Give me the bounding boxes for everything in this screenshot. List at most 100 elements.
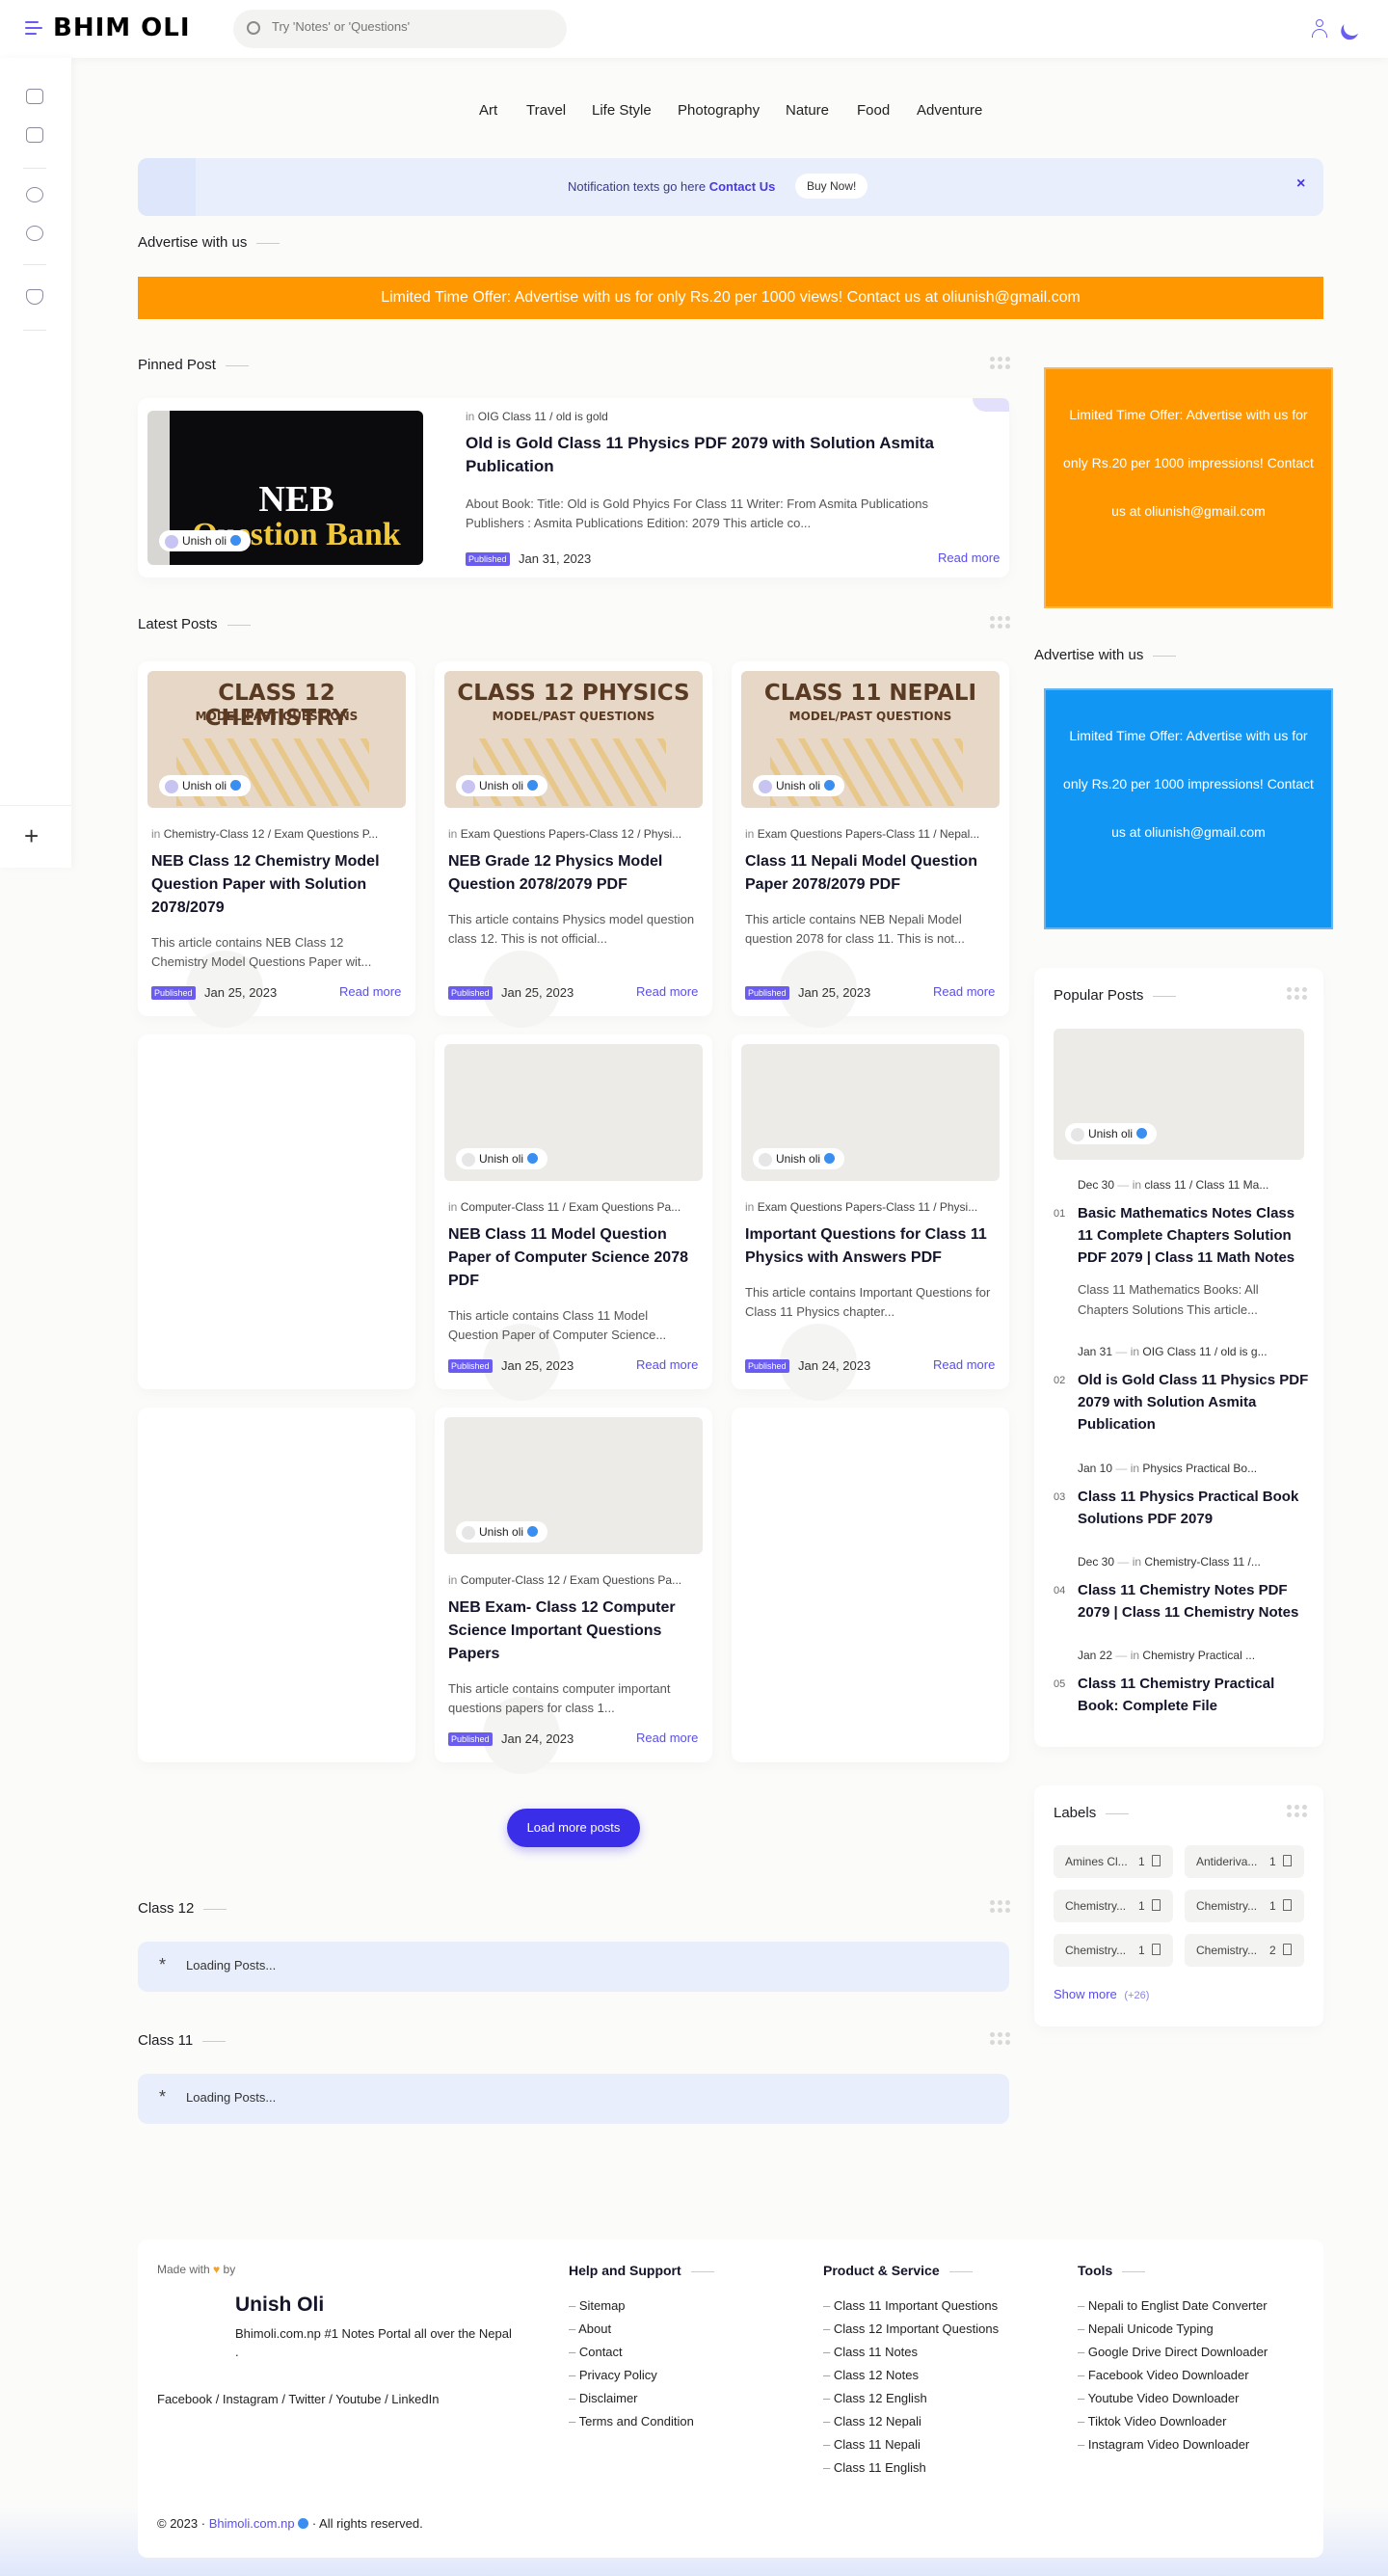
- footer-link-tool[interactable]: Nepali to Englist Date Converter: [1078, 2298, 1268, 2313]
- post-category[interactable]: in Exam Questions Papers-Class 11 / Nepa…: [745, 827, 996, 841]
- post-title[interactable]: NEB Class 12 Chemistry Model Question Pa…: [151, 850, 402, 920]
- drag-handle-icon[interactable]: [990, 2032, 1010, 2052]
- post-title[interactable]: NEB Grade 12 Physics Model Question 2078…: [448, 850, 699, 897]
- footer-link-tool[interactable]: Instagram Video Downloader: [1078, 2437, 1249, 2452]
- post-category[interactable]: in Exam Questions Papers-Class 11 / Phys…: [745, 1200, 996, 1214]
- shield-icon[interactable]: [26, 289, 43, 305]
- load-more-button[interactable]: Load more posts: [507, 1809, 640, 1847]
- pinned-post-card[interactable]: NEB Question Bank Unish oli in OIG Class…: [138, 398, 1009, 577]
- post-thumbnail[interactable]: Unish oli: [444, 1417, 703, 1554]
- post-card[interactable]: Unish oli in Exam Questions Papers-Class…: [732, 1034, 1009, 1401]
- footer-link-product[interactable]: Class 12 English: [823, 2391, 927, 2405]
- advertise-banner[interactable]: Limited Time Offer: Advertise with us fo…: [138, 277, 1323, 319]
- show-more-labels[interactable]: Show more (+26): [1054, 1987, 1149, 2001]
- users-icon[interactable]: [26, 187, 43, 202]
- post-title[interactable]: Class 11 Nepali Model Question Paper 207…: [745, 850, 996, 897]
- popular-post-title[interactable]: Class 11 Physics Practical Book Solution…: [1078, 1486, 1309, 1530]
- footer-link-tool[interactable]: Tiktok Video Downloader: [1078, 2414, 1227, 2428]
- social-links[interactable]: Facebook / Instagram / Twitter / Youtube…: [157, 2392, 439, 2406]
- read-more-link[interactable]: Read more: [636, 1357, 698, 1372]
- post-title[interactable]: Old is Gold Class 11 Physics PDF 2079 wi…: [466, 432, 986, 478]
- footer-link-product[interactable]: Class 11 Nepali: [823, 2437, 921, 2452]
- post-thumbnail[interactable]: Unish oli: [444, 1044, 703, 1181]
- popular-post-title[interactable]: Class 11 Chemistry Notes PDF 2079 | Clas…: [1078, 1579, 1309, 1623]
- footer-link-privacy[interactable]: Privacy Policy: [569, 2368, 657, 2382]
- post-thumbnail[interactable]: CLASS 12 CHEMISTRY MODEL/PAST QUESTIONS …: [147, 671, 406, 808]
- post-thumbnail[interactable]: CLASS 12 PHYSICS MODEL/PAST QUESTIONS Un…: [444, 671, 703, 808]
- author-chip[interactable]: Unish oli: [753, 775, 845, 796]
- site-logo[interactable]: BHIM OLI: [53, 13, 191, 42]
- popular-post-title[interactable]: Old is Gold Class 11 Physics PDF 2079 wi…: [1078, 1369, 1309, 1436]
- post-card[interactable]: CLASS 12 CHEMISTRY MODEL/PAST QUESTIONS …: [138, 661, 415, 1028]
- label-chip[interactable]: Chemistry... 1: [1054, 1934, 1173, 1967]
- footer-link-tool[interactable]: Facebook Video Downloader: [1078, 2368, 1249, 2382]
- read-more-link[interactable]: Read more: [636, 984, 698, 999]
- footer-link-product[interactable]: Class 11 Important Questions: [823, 2298, 998, 2313]
- read-more-link[interactable]: Read more: [933, 1357, 995, 1372]
- popular-post-thumbnail[interactable]: Unish oli: [1054, 1029, 1304, 1160]
- buy-now-button[interactable]: Buy Now!: [795, 174, 868, 199]
- footer-link-tool[interactable]: Youtube Video Downloader: [1078, 2391, 1240, 2405]
- footer-link-tool[interactable]: Google Drive Direct Downloader: [1078, 2345, 1268, 2359]
- contact-us-link[interactable]: Contact Us: [709, 179, 776, 194]
- site-link[interactable]: Bhimoli.com.np: [209, 2516, 295, 2531]
- footer-link-disclaimer[interactable]: Disclaimer: [569, 2391, 638, 2405]
- nav-photography[interactable]: Photography: [678, 102, 760, 119]
- popular-post-title[interactable]: Basic Mathematics Notes Class 11 Complet…: [1078, 1202, 1309, 1269]
- read-more-link[interactable]: Read more: [938, 550, 1000, 565]
- label-chip[interactable]: Antideriva... 1: [1185, 1845, 1304, 1878]
- author-chip[interactable]: Unish oli: [159, 530, 252, 551]
- footer-link-product[interactable]: Class 11 Notes: [823, 2345, 918, 2359]
- author-chip[interactable]: Unish oli: [1065, 1123, 1158, 1144]
- nav-travel[interactable]: Travel: [526, 102, 566, 119]
- folder-open-icon[interactable]: [26, 127, 43, 143]
- dark-mode-toggle-icon[interactable]: [1341, 15, 1363, 38]
- post-thumbnail[interactable]: Unish oli: [741, 1044, 1000, 1181]
- post-category[interactable]: in Chemistry-Class 12 / Exam Questions P…: [151, 827, 402, 841]
- footer-link-sitemap[interactable]: Sitemap: [569, 2298, 626, 2313]
- sidebar-ad-orange[interactable]: Limited Time Offer: Advertise with us fo…: [1044, 367, 1333, 608]
- mail-icon[interactable]: [26, 226, 43, 241]
- drag-handle-icon[interactable]: [1287, 1805, 1307, 1824]
- drag-handle-icon[interactable]: [990, 357, 1010, 376]
- footer-link-product[interactable]: Class 11 English: [823, 2460, 926, 2475]
- author-chip[interactable]: Unish oli: [456, 1148, 548, 1169]
- nav-life-style[interactable]: Life Style: [592, 102, 652, 119]
- label-chip[interactable]: Amines Cl... 1: [1054, 1845, 1173, 1878]
- label-chip[interactable]: Chemistry... 1: [1185, 1890, 1304, 1922]
- drag-handle-icon[interactable]: [1287, 987, 1307, 1006]
- read-more-link[interactable]: Read more: [339, 984, 401, 999]
- post-category[interactable]: in Computer-Class 12 / Exam Questions Pa…: [448, 1573, 699, 1587]
- label-chip[interactable]: Chemistry... 1: [1054, 1890, 1173, 1922]
- author-chip[interactable]: Unish oli: [456, 775, 548, 796]
- read-more-link[interactable]: Read more: [933, 984, 995, 999]
- pinned-post-thumbnail[interactable]: NEB Question Bank Unish oli: [147, 411, 423, 565]
- drag-handle-icon[interactable]: [990, 616, 1010, 635]
- footer-link-product[interactable]: Class 12 Nepali: [823, 2414, 921, 2428]
- close-icon[interactable]: ×: [1296, 175, 1305, 193]
- footer-link-tool[interactable]: Nepali Unicode Typing: [1078, 2321, 1214, 2336]
- post-card[interactable]: CLASS 11 NEPALI MODEL/PAST QUESTIONS Uni…: [732, 661, 1009, 1028]
- footer-link-product[interactable]: Class 12 Important Questions: [823, 2321, 999, 2336]
- author-chip[interactable]: Unish oli: [456, 1521, 548, 1543]
- footer-link-about[interactable]: About: [569, 2321, 611, 2336]
- nav-nature[interactable]: Nature: [786, 102, 829, 119]
- nav-adventure[interactable]: Adventure: [917, 102, 982, 119]
- menu-icon[interactable]: [25, 21, 42, 37]
- search-box[interactable]: [233, 10, 567, 48]
- user-icon[interactable]: [1311, 19, 1328, 39]
- footer-link-terms[interactable]: Terms and Condition: [569, 2414, 694, 2428]
- post-card[interactable]: Unish oli in Computer-Class 12 / Exam Qu…: [435, 1408, 712, 1774]
- drag-handle-icon[interactable]: [990, 1900, 1010, 1919]
- nav-art[interactable]: Art: [479, 102, 497, 119]
- post-category[interactable]: in Exam Questions Papers-Class 12 / Phys…: [448, 827, 699, 841]
- footer-link-product[interactable]: Class 12 Notes: [823, 2368, 919, 2382]
- post-title[interactable]: NEB Class 11 Model Question Paper of Com…: [448, 1223, 699, 1293]
- read-more-link[interactable]: Read more: [636, 1731, 698, 1745]
- post-title[interactable]: Important Questions for Class 11 Physics…: [745, 1223, 996, 1270]
- post-thumbnail[interactable]: CLASS 11 NEPALI MODEL/PAST QUESTIONS Uni…: [741, 671, 1000, 808]
- post-category[interactable]: in Computer-Class 11 / Exam Questions Pa…: [448, 1200, 699, 1214]
- label-chip[interactable]: Chemistry... 2: [1185, 1934, 1304, 1967]
- author-chip[interactable]: Unish oli: [159, 775, 252, 796]
- add-icon[interactable]: +: [24, 821, 39, 851]
